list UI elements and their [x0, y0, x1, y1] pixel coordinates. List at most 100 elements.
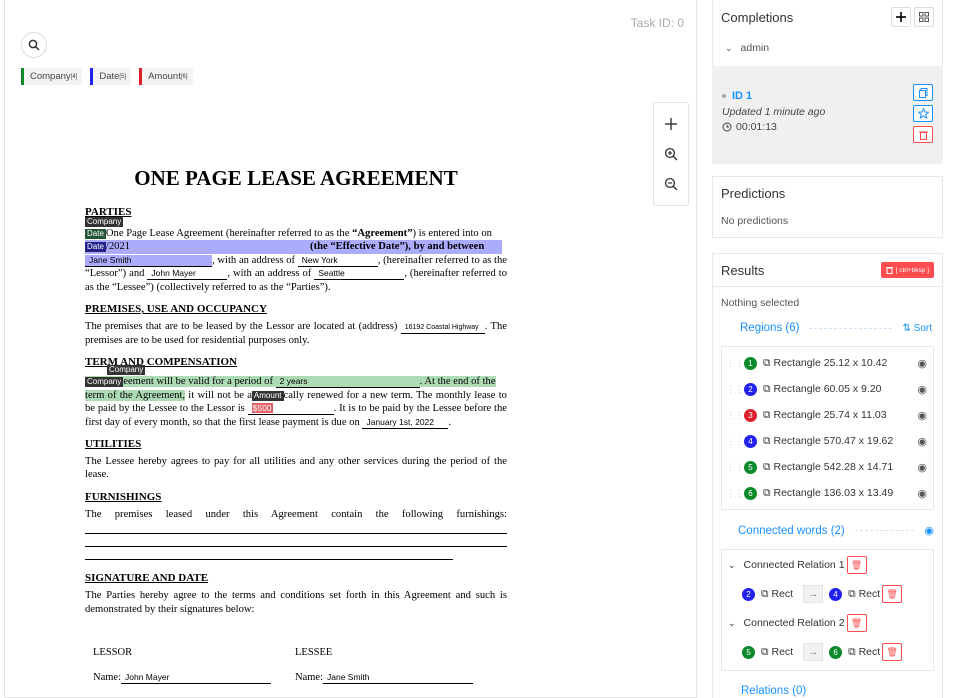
signature-paragraph: The Parties hereby agree to the terms an…	[85, 590, 507, 615]
regions-header[interactable]: Regions (6) ⇅ Sort	[713, 322, 942, 334]
parties-heading: PARTIES Company	[85, 206, 507, 227]
drag-handle-icon[interactable]: ⋮⋮	[722, 410, 744, 421]
region-highlight-term[interactable]: Company eement will be valid for a period…	[85, 376, 496, 389]
region-item[interactable]: ⋮⋮ 2 ⧉ Rectangle 60.05 x 9.20 ◉	[722, 376, 933, 402]
zoom-in-button[interactable]	[660, 143, 682, 165]
drag-handle-icon[interactable]: ⋮⋮	[722, 436, 744, 447]
drag-handle-icon[interactable]: ⋮⋮	[722, 488, 744, 499]
completion-id: ID 1	[732, 90, 753, 102]
region-number: 4	[744, 434, 757, 448]
blank-line	[85, 534, 507, 548]
lessor-column: LESSOR Name: John Mayer	[85, 646, 295, 684]
region-item[interactable]: ⋮⋮ 3 ⧉ Rectangle 25.74 x 11.03 ◉	[722, 402, 933, 428]
copy-icon: ⧉	[763, 486, 771, 499]
eye-icon[interactable]: ◉	[917, 409, 927, 422]
move-icon	[665, 118, 677, 130]
add-completion-button[interactable]	[891, 7, 911, 27]
region-label: Rectangle 570.47 x 19.62	[773, 435, 894, 447]
delete-relation-button[interactable]: 🗑	[846, 614, 867, 632]
text: , with an address of	[212, 254, 296, 266]
delete-all-results-button[interactable]: [ ctrl+bksp ]	[880, 262, 934, 278]
relation-row: 5 ⧉ Rect → 6 ⧉ Rect 🗑	[722, 636, 933, 668]
delete-relation-button[interactable]: 🗑	[846, 556, 867, 574]
label-list: Company [4] Date [5] Amount [6]	[21, 68, 193, 85]
relation-title: Connected Relation 2	[743, 617, 845, 629]
eye-icon[interactable]: ◉	[917, 383, 927, 396]
lessor-signature-name: John Mayer	[121, 672, 271, 684]
delete-relation-button[interactable]: 🗑	[882, 585, 903, 603]
relation-header[interactable]: ⌄ Connected Relation 2 🗑	[722, 610, 933, 636]
nothing-selected-text: Nothing selected	[721, 297, 800, 309]
region-highlight-amount[interactable]: $500	[251, 403, 273, 414]
term-heading: TERM AND COMPENSATION Company	[85, 356, 507, 376]
annotation-canvas-panel: Task ID: 0 Company [4] Date [5] Amount [6] …	[4, 0, 697, 698]
task-id: Task ID: 0	[630, 16, 684, 30]
region-item[interactable]: ⋮⋮ 5 ⧉ Rectangle 542.28 x 14.71 ◉	[722, 454, 933, 480]
eye-icon[interactable]: ◉	[924, 524, 934, 537]
eye-icon[interactable]: ◉	[917, 487, 927, 500]
updated-time: Updated 1 minute ago	[722, 106, 826, 118]
document-image[interactable]: ONE PAGE LEASE AGREEMENT PARTIES Company…	[85, 164, 507, 684]
sort-button[interactable]: ⇅ Sort	[902, 323, 932, 334]
region-tag-company[interactable]: Company	[85, 217, 124, 227]
region-tag-date[interactable]: Date	[85, 229, 106, 239]
user-row[interactable]: ⌄ admin	[713, 34, 942, 62]
copy-icon: ⧉	[763, 434, 771, 447]
delete-completion-button[interactable]	[913, 126, 933, 143]
completion-item[interactable]: ID 1 Updated 1 minute ago 00:01:13	[712, 66, 943, 164]
zoom-out-icon	[664, 177, 678, 191]
region-label: Rectangle 136.03 x 13.49	[773, 487, 894, 499]
text: (the “Effective Date”), by and between	[310, 241, 485, 253]
bullet-icon	[722, 94, 726, 98]
address-field: 16192 Coastal Highway	[400, 322, 485, 335]
period-field: 2 years	[275, 376, 420, 389]
eye-icon[interactable]: ◉	[917, 435, 927, 448]
zoom-out-button[interactable]	[660, 173, 682, 195]
user-name: admin	[740, 42, 770, 54]
drag-handle-icon[interactable]: ⋮⋮	[722, 462, 744, 473]
relations-label: Relations (0)	[741, 685, 807, 697]
search-button[interactable]	[21, 32, 47, 58]
drag-handle-icon[interactable]: ⋮⋮	[722, 384, 744, 395]
region-tag-amount[interactable]: Amount	[251, 390, 284, 401]
utilities-heading: UTILITIES	[85, 438, 142, 451]
relations-header[interactable]: Relations (0)	[713, 685, 942, 697]
text: The premises that are to be leased by th…	[85, 321, 398, 333]
region-item[interactable]: ⋮⋮ 1 ⧉ Rectangle 25.12 x 10.42 ◉	[722, 350, 933, 376]
drag-handle-icon[interactable]: ⋮⋮	[722, 358, 744, 369]
relation-direction-button[interactable]: →	[803, 585, 824, 603]
copy-icon	[918, 87, 927, 98]
region-item[interactable]: ⋮⋮ 6 ⧉ Rectangle 136.03 x 13.49 ◉	[722, 480, 933, 506]
grid-view-button[interactable]	[914, 7, 934, 27]
eye-icon[interactable]: ◉	[917, 461, 927, 474]
relation-from-label: Rect	[771, 588, 794, 600]
relation-header[interactable]: ⌄ Connected Relation 1 🗑	[722, 552, 933, 578]
text: “Agreement”	[352, 228, 413, 239]
region-tag-company[interactable]: Company	[107, 365, 146, 376]
eye-icon[interactable]: ◉	[917, 357, 927, 370]
region-highlight-date[interactable]: Date/2021 (the “Effective Date”), by and …	[85, 240, 502, 254]
label-company[interactable]: Company [4]	[21, 68, 83, 85]
star-completion-button[interactable]	[913, 105, 933, 122]
pan-tool-button[interactable]	[660, 113, 682, 135]
relation-direction-button[interactable]: →	[803, 643, 824, 661]
city-field: Seattle	[314, 268, 405, 281]
text: One Page Lease Agreement (hereinafter re…	[105, 228, 353, 239]
lessor-name-field: John Mayer	[147, 268, 228, 281]
text: ) is entered into on	[412, 228, 492, 239]
relation-from-label: Rect	[771, 646, 794, 658]
label-count: [6]	[180, 73, 188, 80]
furnishings-heading: FURNISHINGS	[85, 490, 162, 503]
connected-words-header[interactable]: Connected words (2) ◉	[713, 524, 942, 538]
region-highlight-term-end[interactable]: term of the Agreement,	[85, 389, 186, 401]
lessor-label: LESSOR	[93, 647, 133, 659]
label-date[interactable]: Date [5]	[90, 68, 132, 85]
label-amount[interactable]: Amount [6]	[139, 68, 193, 85]
utilities-paragraph: The Lessee hereby agrees to pay for all …	[85, 456, 507, 481]
copy-completion-button[interactable]	[913, 84, 933, 101]
region-item[interactable]: ⋮⋮ 4 ⧉ Rectangle 570.47 x 19.62 ◉	[722, 428, 933, 454]
region-label: Rectangle 60.05 x 9.20	[773, 383, 882, 395]
star-icon	[917, 108, 929, 119]
region-label: Rectangle 25.12 x 10.42	[773, 357, 888, 369]
delete-relation-button[interactable]: 🗑	[882, 643, 903, 661]
